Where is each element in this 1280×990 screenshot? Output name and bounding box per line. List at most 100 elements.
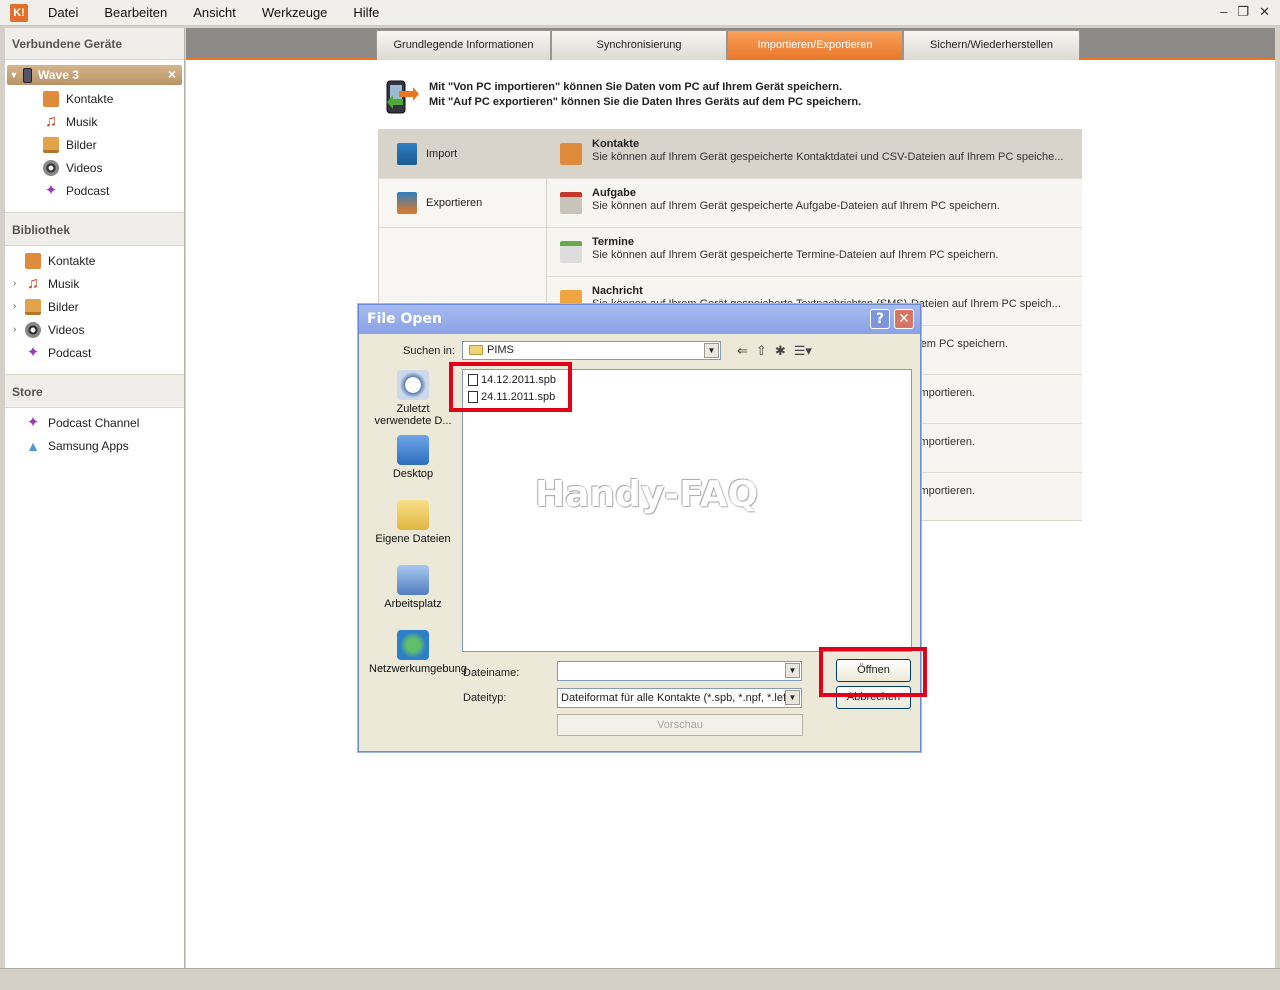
menu-hilfe[interactable]: Hilfe xyxy=(349,5,383,20)
video-icon xyxy=(25,321,41,338)
library-item-musik[interactable]: › ♫ Musik xyxy=(13,272,184,295)
library-item-podcast[interactable]: ✦ Podcast xyxy=(25,341,184,364)
mode-label: Import xyxy=(426,148,458,160)
item-description: Sie können auf Ihrem Gerät gespeicherte … xyxy=(592,200,1000,212)
place-desktop[interactable]: Desktop xyxy=(369,435,457,500)
store-item-samsung-apps[interactable]: ▲ Samsung Apps xyxy=(25,434,184,457)
library-item-kontakte[interactable]: Kontakte xyxy=(25,249,184,272)
phone-icon xyxy=(23,67,32,83)
item-description: Sie können auf Ihrem Gerät gespeicherte … xyxy=(592,249,999,261)
info-line-export: Mit "Auf PC exportieren" können Sie die … xyxy=(429,96,862,108)
chevron-down-icon[interactable]: ▼ xyxy=(7,70,21,80)
place-label: Zuletzt verwendete D... xyxy=(374,403,452,427)
device-name: Wave 3 xyxy=(38,68,79,82)
new-folder-icon[interactable]: ✱ xyxy=(775,343,786,359)
info-line-import: Mit "Von PC importieren" können Sie Date… xyxy=(429,81,843,93)
device-item-videos[interactable]: Videos xyxy=(43,156,184,179)
place-my-computer[interactable]: Arbeitsplatz xyxy=(369,565,457,630)
close-icon[interactable]: ✕ xyxy=(894,309,914,329)
menubar: K! Datei Bearbeiten Ansicht Werkzeuge Hi… xyxy=(0,0,1280,26)
device-wave3[interactable]: ▼ Wave 3 × xyxy=(7,65,182,85)
device-item-label: Videos xyxy=(66,160,103,175)
library-item-videos[interactable]: › Videos xyxy=(13,318,184,341)
view-menu-icon[interactable]: ☰▾ xyxy=(794,343,812,359)
expand-arrow-icon[interactable]: › xyxy=(13,301,16,312)
menu-ansicht[interactable]: Ansicht xyxy=(189,5,240,20)
music-icon: ♫ xyxy=(45,112,57,130)
podcast-icon: ✦ xyxy=(26,413,40,431)
device-item-label: Kontakte xyxy=(66,91,114,106)
device-item-label: Musik xyxy=(66,114,98,129)
filename-label: Dateiname: xyxy=(463,667,520,679)
filetype-select[interactable]: Dateiformat für alle Kontakte (*.spb, *.… xyxy=(557,688,802,708)
podcast-icon: ✦ xyxy=(44,181,58,199)
item-aufgabe[interactable]: Aufgabe Sie können auf Ihrem Gerät gespe… xyxy=(547,179,1082,228)
library-header: Bibliothek xyxy=(5,212,184,246)
minimize-icon[interactable]: – xyxy=(1220,4,1227,20)
library-item-bilder[interactable]: › Bilder xyxy=(13,295,184,318)
back-icon[interactable]: ⇐ xyxy=(737,343,748,359)
podcast-icon: ✦ xyxy=(26,343,40,361)
filetype-value: Dateiformat für alle Kontakte (*.spb, *.… xyxy=(561,692,790,704)
item-title: Termine xyxy=(592,236,634,248)
folder-icon xyxy=(469,345,483,355)
device-item-kontakte[interactable]: Kontakte xyxy=(43,87,184,110)
menu-datei[interactable]: Datei xyxy=(44,5,82,20)
restore-icon[interactable]: ❐ xyxy=(1237,4,1249,20)
pictures-icon xyxy=(25,298,41,315)
chevron-down-icon[interactable]: ▼ xyxy=(785,690,800,705)
place-my-documents[interactable]: Eigene Dateien xyxy=(369,500,457,565)
close-icon[interactable]: ✕ xyxy=(1259,4,1270,20)
tab-grundlegende-informationen[interactable]: Grundlegende Informationen xyxy=(376,30,551,60)
menu-bearbeiten[interactable]: Bearbeiten xyxy=(100,5,171,20)
expand-arrow-icon[interactable]: › xyxy=(13,324,16,335)
disconnect-icon[interactable]: × xyxy=(168,66,176,82)
item-kontakte[interactable]: Kontakte Sie können auf Ihrem Gerät gesp… xyxy=(547,130,1082,179)
up-folder-icon[interactable]: ⇧ xyxy=(756,343,767,359)
contacts-icon xyxy=(560,143,582,165)
library-item-label: Videos xyxy=(48,322,85,337)
lookin-select[interactable]: PIMS ▼ xyxy=(462,341,721,360)
store-item-podcast-channel[interactable]: ✦ Podcast Channel xyxy=(25,411,184,434)
dialog-titlebar[interactable]: File Open ? ✕ xyxy=(359,305,920,334)
places-bar: Zuletzt verwendete D... Desktop Eigene D… xyxy=(369,370,467,695)
recent-icon xyxy=(397,370,429,400)
expand-arrow-icon[interactable]: › xyxy=(13,278,16,289)
filetype-label: Dateityp: xyxy=(463,692,507,704)
library-item-label: Musik xyxy=(48,276,80,291)
preview-button[interactable]: Vorschau xyxy=(557,714,803,736)
store-item-label: Podcast Channel xyxy=(48,415,140,430)
task-calendar-icon xyxy=(560,192,582,214)
device-item-musik[interactable]: ♫ Musik xyxy=(43,110,184,133)
app-logo-icon: K! xyxy=(10,3,28,22)
tab-synchronisierung[interactable]: Synchronisierung xyxy=(551,30,727,60)
tab-importieren-exportieren[interactable]: Importieren/Exportieren xyxy=(727,30,903,60)
calendar-icon xyxy=(560,241,582,263)
chevron-down-icon[interactable]: ▼ xyxy=(785,663,800,678)
item-termine[interactable]: Termine Sie können auf Ihrem Gerät gespe… xyxy=(547,228,1082,277)
menu-werkzeuge[interactable]: Werkzeuge xyxy=(258,5,332,20)
mode-label: Exportieren xyxy=(426,197,483,209)
store-header: Store xyxy=(5,374,184,408)
highlight-open-box xyxy=(819,647,927,697)
contacts-icon xyxy=(43,90,59,107)
place-label: Desktop xyxy=(392,468,434,480)
place-network[interactable]: Netzwerkumgebung xyxy=(369,630,467,695)
export-icon xyxy=(397,192,417,214)
devices-header: Verbundene Geräte xyxy=(5,28,184,60)
sidebar: Verbundene Geräte ▼ Wave 3 × Kontakte ♫ M… xyxy=(5,28,185,968)
tab-sichern-wiederherstellen[interactable]: Sichern/Wiederherstellen xyxy=(903,30,1080,60)
import-export-icon xyxy=(386,80,419,114)
help-icon[interactable]: ? xyxy=(870,309,890,329)
place-recent[interactable]: Zuletzt verwendete D... xyxy=(369,370,457,435)
device-item-podcast[interactable]: ✦ Podcast xyxy=(43,179,184,202)
item-description: Sie können auf Ihrem Gerät gespeicherte … xyxy=(592,151,1064,163)
item-title: Nachricht xyxy=(592,285,643,297)
mode-export[interactable]: Exportieren xyxy=(379,179,546,228)
filename-input[interactable]: ▼ xyxy=(557,661,802,681)
item-title: Aufgabe xyxy=(592,187,636,199)
device-item-bilder[interactable]: Bilder xyxy=(43,133,184,156)
chevron-down-icon[interactable]: ▼ xyxy=(704,343,719,358)
mode-import[interactable]: Import xyxy=(379,130,546,179)
library-item-label: Podcast xyxy=(48,345,92,360)
